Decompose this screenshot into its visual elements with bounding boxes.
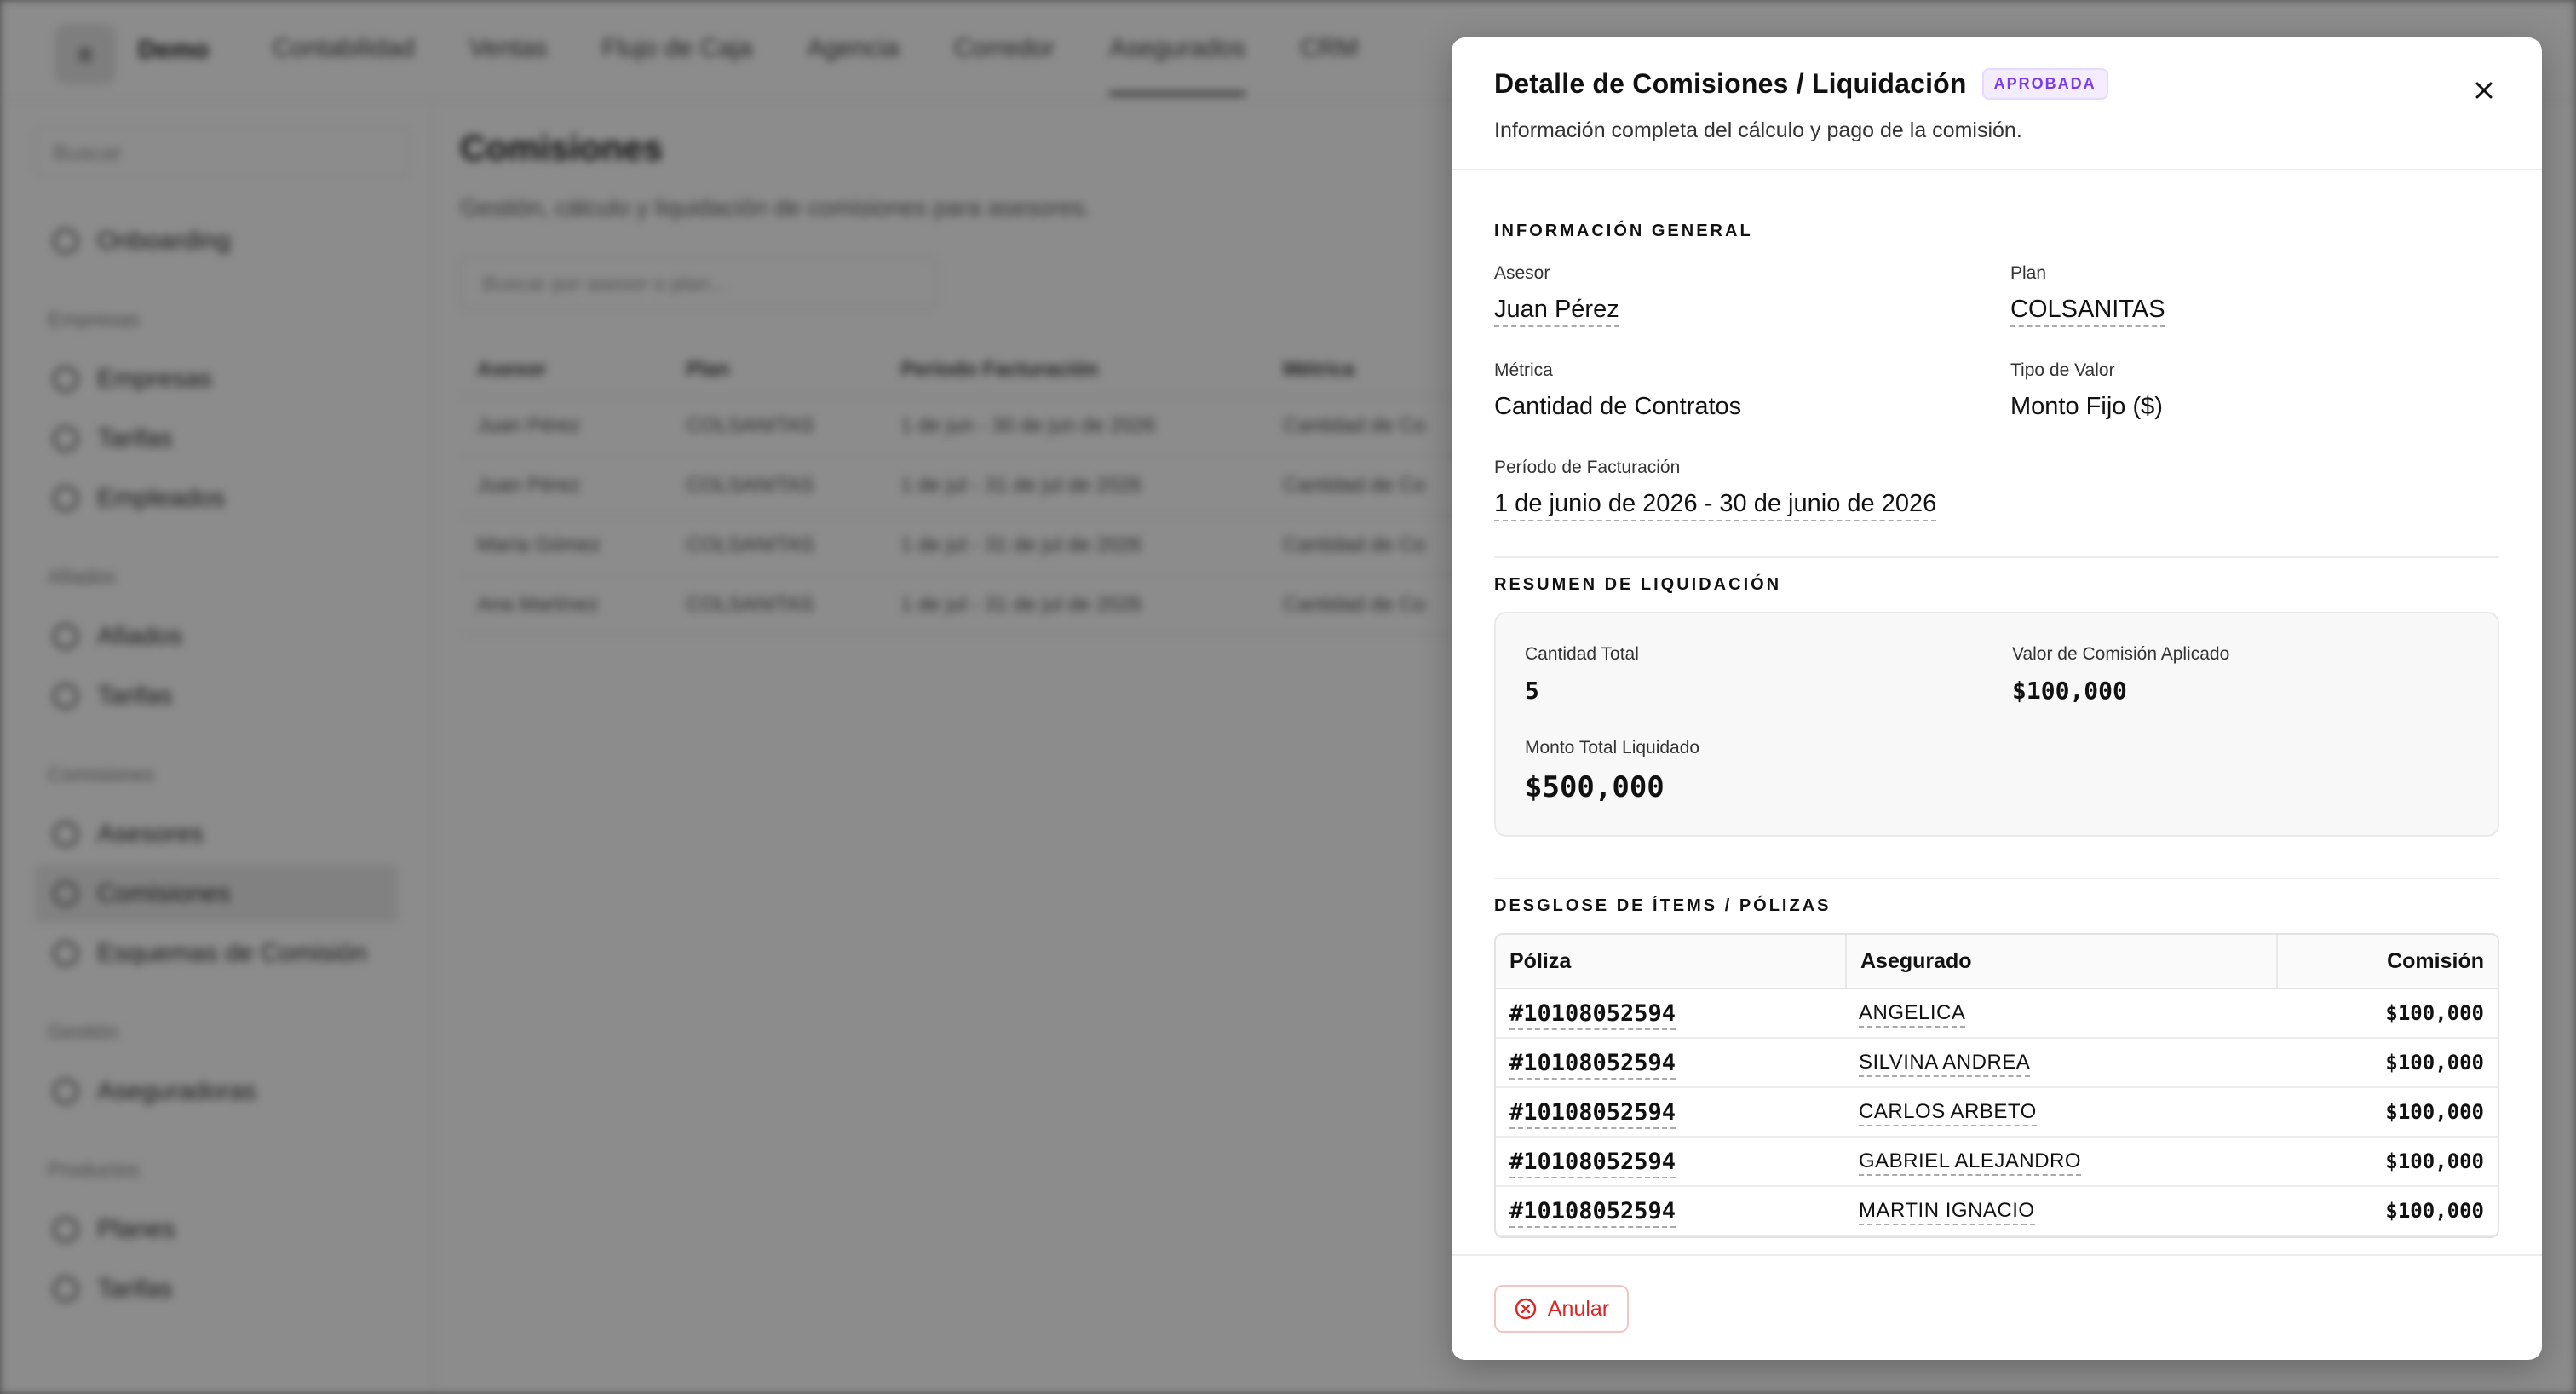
section-title-general: INFORMACIÓN GENERAL [1494, 222, 1753, 240]
section-divider [1494, 878, 2499, 879]
poliza-link[interactable]: #10108052594 [1509, 1098, 1676, 1129]
comision-value: $100,000 [2385, 1099, 2484, 1124]
summary-box: Cantidad Total 5 Valor de Comisión Aplic… [1494, 612, 2499, 837]
periodo-label: Período de Facturación [1494, 458, 1681, 477]
commission-detail-modal: Detalle de Comisiones / Liquidación APRO… [1452, 37, 2542, 1360]
comision-value: $100,000 [2385, 1198, 2484, 1223]
plan-value[interactable]: COLSANITAS [2010, 296, 2165, 327]
poliza-link[interactable]: #10108052594 [1509, 1148, 1676, 1178]
table-row: #10108052594 MARTIN IGNACIO $100,000 [1496, 1187, 2498, 1236]
comision-value: $100,000 [2385, 1149, 2484, 1173]
comision-value: $100,000 [2385, 1050, 2484, 1074]
valor-comision-value: $100,000 [2012, 677, 2127, 705]
status-badge: APROBADA [1981, 68, 2108, 100]
tipo-valor-label: Tipo de Valor [2010, 360, 2115, 380]
valor-comision-label: Valor de Comisión Aplicado [2012, 644, 2230, 664]
table-row: #10108052594 SILVINA ANDREA $100,000 [1496, 1039, 2498, 1088]
periodo-value[interactable]: 1 de junio de 2026 - 30 de junio de 2026 [1494, 490, 1937, 521]
poliza-link[interactable]: #10108052594 [1509, 1049, 1676, 1080]
asesor-label: Asesor [1494, 263, 1550, 283]
close-button[interactable] [2465, 72, 2503, 109]
modal-footer: Anular [1452, 1254, 2542, 1360]
poliza-link[interactable]: #10108052594 [1509, 1197, 1676, 1228]
asegurado-link[interactable]: SILVINA ANDREA [1859, 1051, 2031, 1077]
monto-total-value: $500,000 [1525, 770, 1665, 804]
poliza-link[interactable]: #10108052594 [1509, 999, 1676, 1030]
column-header-comision: Comisión [2276, 935, 2498, 989]
table-row: #10108052594 ANGELICA $100,000 [1496, 989, 2498, 1039]
plan-label: Plan [2010, 263, 2047, 283]
general-info-grid: Asesor Juan Pérez Plan COLSANITAS Métric… [1494, 263, 2499, 543]
asegurado-link[interactable]: CARLOS ARBETO [1859, 1100, 2037, 1126]
section-title-items: DESGLOSE DE ÍTEMS / PÓLIZAS [1494, 896, 1831, 915]
section-divider [1494, 556, 2499, 558]
comision-value: $100,000 [2385, 1000, 2484, 1025]
modal-body: INFORMACIÓN GENERAL Asesor Juan Pérez Pl… [1494, 170, 2499, 1292]
modal-header: Detalle de Comisiones / Liquidación APRO… [1452, 37, 2542, 170]
tipo-valor-value: Monto Fijo ($) [2010, 393, 2163, 420]
asegurado-link[interactable]: MARTIN IGNACIO [1859, 1199, 2035, 1225]
asegurado-link[interactable]: GABRIEL ALEJANDRO [1859, 1149, 2082, 1176]
section-title-summary: RESUMEN DE LIQUIDACIÓN [1494, 575, 1782, 594]
close-icon [2475, 82, 2493, 99]
column-header-asegurado: Asegurado [1845, 935, 2276, 989]
metrica-label: Métrica [1494, 360, 1553, 380]
table-row: #10108052594 GABRIEL ALEJANDRO $100,000 [1496, 1138, 2498, 1187]
asegurado-link[interactable]: ANGELICA [1859, 1001, 1966, 1028]
monto-total-label: Monto Total Liquidado [1525, 738, 1700, 757]
metrica-value: Cantidad de Contratos [1494, 393, 1742, 420]
asesor-value[interactable]: Juan Pérez [1494, 296, 1619, 327]
column-header-poliza: Póliza [1496, 935, 1845, 989]
x-circle-icon [1515, 1298, 1537, 1320]
items-table: Póliza Asegurado Comisión #10108052594 A… [1494, 933, 2499, 1238]
modal-title: Detalle de Comisiones / Liquidación [1494, 68, 1967, 99]
cantidad-total-value: 5 [1525, 677, 1539, 705]
anular-button[interactable]: Anular [1494, 1285, 1629, 1333]
anular-label: Anular [1547, 1296, 1610, 1321]
modal-description: Información completa del cálculo y pago … [1494, 118, 2022, 142]
table-row: #10108052594 CARLOS ARBETO $100,000 [1496, 1088, 2498, 1138]
cantidad-total-label: Cantidad Total [1525, 644, 1639, 664]
